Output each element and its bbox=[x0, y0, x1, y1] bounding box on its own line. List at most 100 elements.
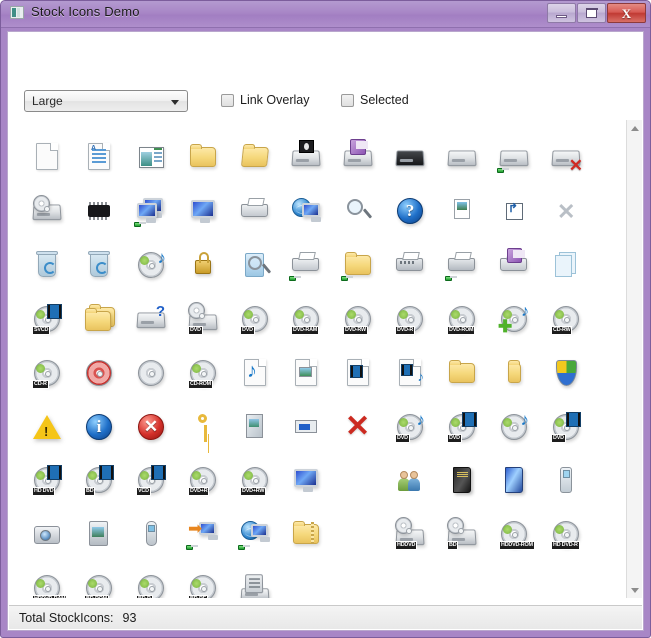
delete-icon[interactable]: ✕ bbox=[549, 194, 583, 228]
media-svcd-icon[interactable]: SVCD bbox=[30, 302, 64, 336]
shortcut-icon[interactable] bbox=[497, 194, 531, 228]
drive-floppy-icon[interactable] bbox=[341, 140, 375, 174]
checkbox-box[interactable] bbox=[221, 94, 234, 107]
media-dvd-icon[interactable]: DVD bbox=[238, 302, 272, 336]
media-cd-audio-icon[interactable]: ♪ bbox=[497, 410, 531, 444]
info-icon[interactable]: i bbox=[82, 410, 116, 444]
drive-unknown-icon[interactable]: ? bbox=[134, 302, 168, 336]
media-dvd-rom-icon[interactable]: DVD-ROM bbox=[445, 302, 479, 336]
media-dvd-rw-icon[interactable]: DVD-RW bbox=[341, 302, 375, 336]
minimize-button[interactable] bbox=[547, 3, 576, 23]
server-icon[interactable] bbox=[238, 571, 272, 598]
drive-network-icon[interactable] bbox=[289, 140, 323, 174]
cancel-icon[interactable]: ✕ bbox=[341, 410, 375, 444]
ebook-icon[interactable] bbox=[445, 463, 479, 497]
media-hddvd-ram-icon[interactable]: HDDVD-RAM bbox=[30, 571, 64, 598]
media-bd-re-icon[interactable]: BD-RE bbox=[186, 571, 220, 598]
camera-icon[interactable] bbox=[30, 517, 64, 551]
printer-network-icon[interactable] bbox=[289, 248, 323, 282]
document-not-available-icon[interactable] bbox=[30, 140, 64, 174]
copies-icon[interactable] bbox=[549, 248, 583, 282]
media-dvd-r-icon[interactable]: DVD-R bbox=[393, 302, 427, 336]
media-bd-r-icon[interactable]: BD-R bbox=[134, 571, 168, 598]
drive-cd-icon[interactable] bbox=[30, 194, 64, 228]
printer-icon[interactable] bbox=[238, 194, 272, 228]
media-dvd-movie-icon[interactable]: DVD bbox=[549, 410, 583, 444]
media-vcd-icon[interactable]: VCD bbox=[134, 463, 168, 497]
media-cd-r-icon[interactable]: CD-R bbox=[30, 356, 64, 390]
network-import-icon[interactable]: ➡ bbox=[186, 517, 220, 551]
software-icon[interactable] bbox=[238, 410, 272, 444]
media-dvd-ram-icon[interactable]: DVD-RAM bbox=[289, 302, 323, 336]
icon-grid[interactable]: A ✕? ✕ ♪ SVCD? DVD DVD DVD-RAM DVD-RW DVD-R DVD-RO… bbox=[9, 120, 626, 598]
fax-icon[interactable] bbox=[393, 248, 427, 282]
video-file-icon[interactable] bbox=[341, 356, 375, 390]
find-icon[interactable] bbox=[238, 248, 272, 282]
media-dvd-plus-r-icon[interactable]: DVD+R bbox=[186, 463, 220, 497]
link-overlay-checkbox[interactable]: Link Overlay bbox=[221, 93, 309, 107]
drive-fixed-icon[interactable] bbox=[445, 140, 479, 174]
warning-icon[interactable] bbox=[30, 410, 64, 444]
media-hddvd-r-icon[interactable]: HD DVD-R bbox=[549, 517, 583, 551]
folder-network-icon[interactable] bbox=[341, 248, 375, 282]
media-cd-plus-icon[interactable]: ✚♪ bbox=[497, 302, 531, 336]
image-thumbnail-icon[interactable] bbox=[445, 194, 479, 228]
icon-size-select[interactable]: Large bbox=[24, 90, 188, 112]
media-cd-burn-icon[interactable] bbox=[82, 356, 116, 390]
media-cd-rom-icon[interactable]: CD-ROM bbox=[186, 356, 220, 390]
image-file-icon[interactable] bbox=[289, 356, 323, 390]
stack-folders-icon[interactable] bbox=[82, 302, 116, 336]
folder-zip-icon[interactable] bbox=[289, 517, 323, 551]
document-icon[interactable]: A bbox=[82, 140, 116, 174]
media-bd-icon[interactable]: BD bbox=[82, 463, 116, 497]
folder-closed-icon[interactable] bbox=[445, 356, 479, 390]
scroll-down-arrow[interactable] bbox=[627, 582, 643, 598]
book-icon[interactable] bbox=[497, 463, 531, 497]
recycle-bin-full-icon[interactable] bbox=[30, 248, 64, 282]
drive-dvd-icon[interactable]: DVD bbox=[186, 302, 220, 336]
chip-icon[interactable] bbox=[82, 194, 116, 228]
search-icon[interactable] bbox=[341, 194, 375, 228]
shield-icon[interactable] bbox=[549, 356, 583, 390]
key-icon[interactable] bbox=[186, 410, 220, 444]
monitor-icon[interactable] bbox=[289, 463, 323, 497]
media-dvd-audio-icon[interactable]: ♪DVD bbox=[393, 410, 427, 444]
application-icon[interactable] bbox=[134, 140, 168, 174]
folder-icon[interactable] bbox=[186, 140, 220, 174]
audio-file-icon[interactable]: ♪ bbox=[238, 356, 272, 390]
media-cd-blank-icon[interactable] bbox=[134, 356, 168, 390]
camcorder-icon[interactable] bbox=[82, 517, 116, 551]
error-icon[interactable]: ✕ bbox=[134, 410, 168, 444]
network-globe-icon[interactable] bbox=[238, 517, 272, 551]
drive-net-disconnected-icon[interactable]: ✕ bbox=[549, 140, 583, 174]
users-icon[interactable] bbox=[393, 463, 427, 497]
maximize-button[interactable] bbox=[577, 3, 606, 23]
title-bar[interactable]: Stock Icons Demo X bbox=[1, 1, 650, 28]
printer-floppy-icon[interactable] bbox=[497, 248, 531, 282]
media-file-icon[interactable]: ♪ bbox=[393, 356, 427, 390]
media-player-icon[interactable] bbox=[134, 517, 168, 551]
internet-icon[interactable] bbox=[289, 194, 323, 228]
folder-open-icon[interactable] bbox=[238, 140, 272, 174]
media-dvd-plus-rw-icon[interactable]: DVD+RW bbox=[238, 463, 272, 497]
audio-cd-icon[interactable]: ♪ bbox=[134, 248, 168, 282]
recycle-bin-empty-icon[interactable] bbox=[82, 248, 116, 282]
drive-bd-icon[interactable]: BD bbox=[445, 517, 479, 551]
checkbox-box[interactable] bbox=[341, 94, 354, 107]
computer-icon[interactable] bbox=[186, 194, 220, 228]
drive-hddvd-icon[interactable]: HDDVD bbox=[393, 517, 427, 551]
media-cd-rw-icon[interactable]: CD-RW bbox=[549, 302, 583, 336]
screen-icon[interactable] bbox=[289, 410, 323, 444]
media-dvd-video-icon[interactable]: DVD bbox=[445, 410, 479, 444]
close-button[interactable]: X bbox=[607, 3, 646, 23]
mobile-phone-icon[interactable] bbox=[549, 463, 583, 497]
media-hddvd-rom-icon[interactable]: HDDVD-ROM bbox=[497, 517, 531, 551]
folder-back-icon[interactable] bbox=[497, 356, 531, 390]
fax-network-icon[interactable] bbox=[445, 248, 479, 282]
selected-checkbox[interactable]: Selected bbox=[341, 93, 409, 107]
media-bd-rom-icon[interactable]: BD-ROM bbox=[82, 571, 116, 598]
drive-net-connected-icon[interactable] bbox=[497, 140, 531, 174]
media-hddvd-icon[interactable]: HD DVD bbox=[30, 463, 64, 497]
scroll-up-arrow[interactable] bbox=[627, 120, 643, 136]
help-icon[interactable]: ? bbox=[393, 194, 427, 228]
